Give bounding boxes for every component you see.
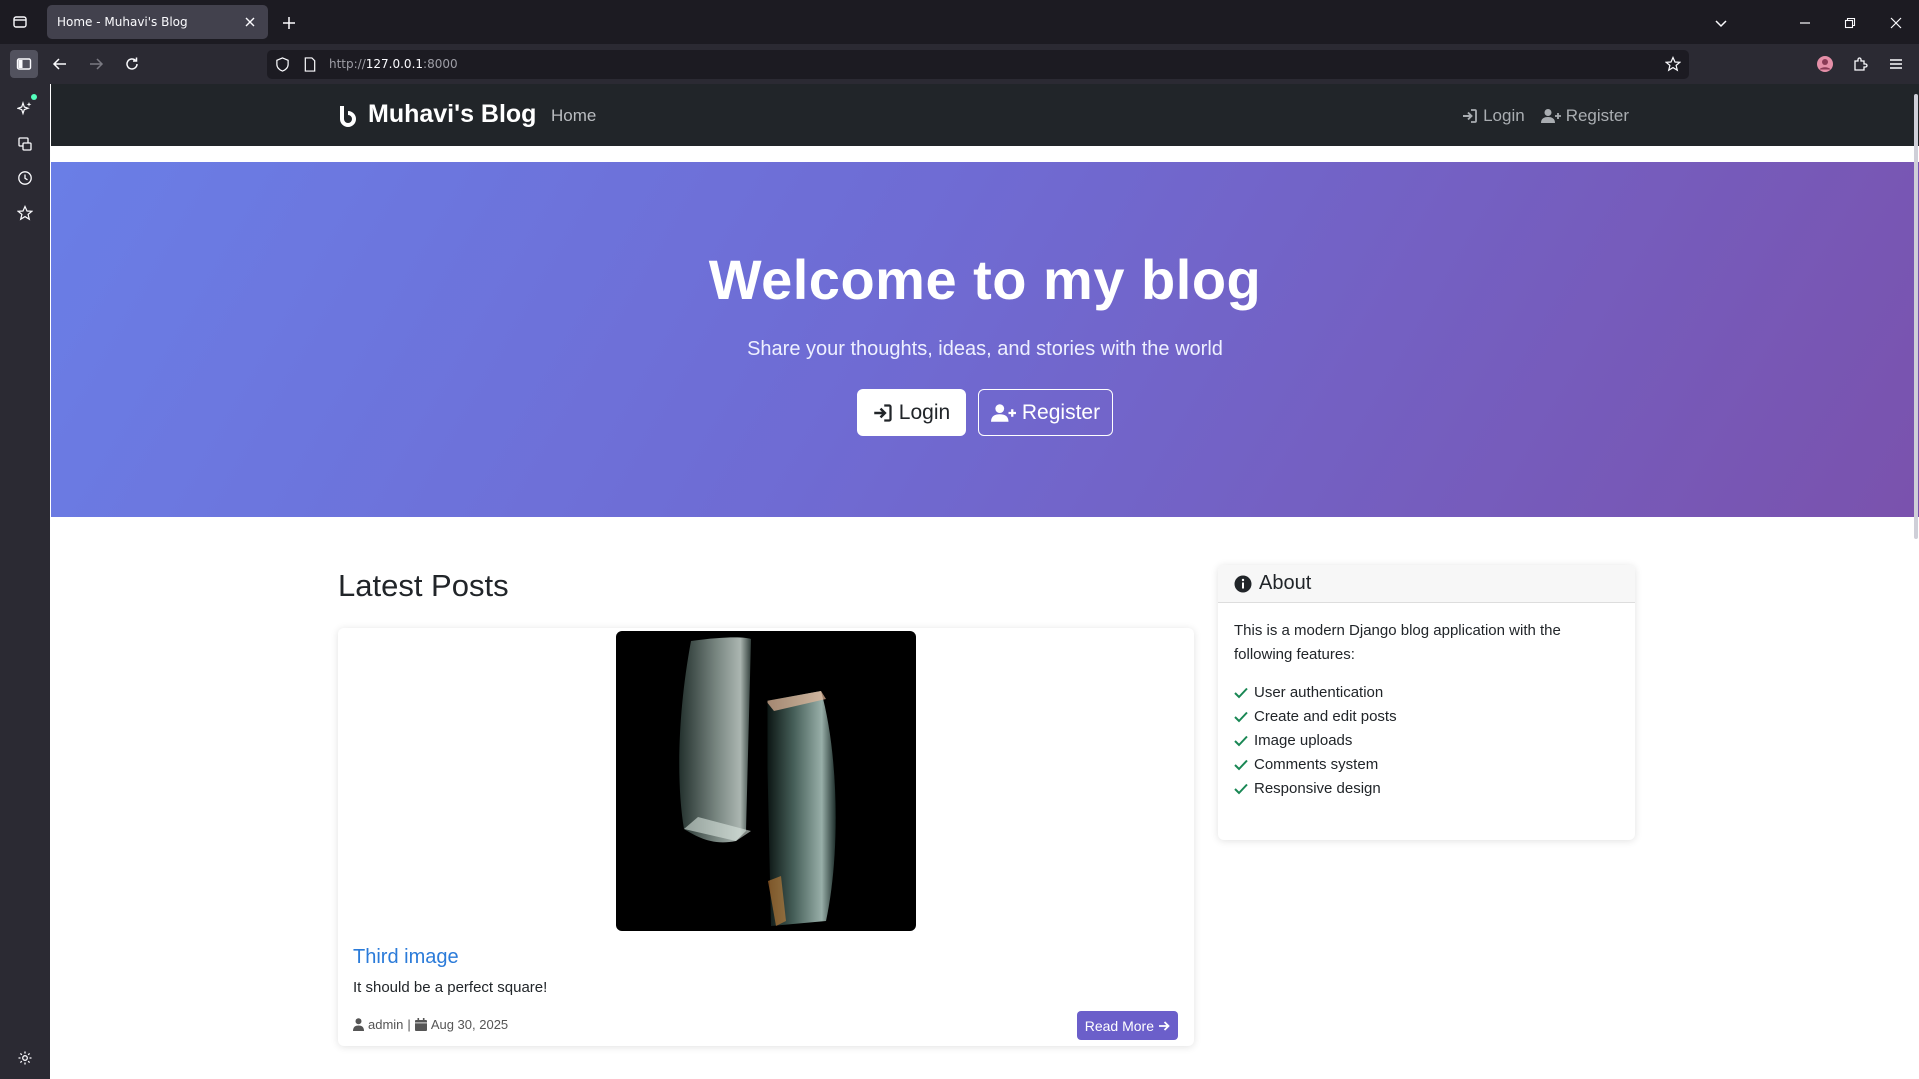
meta-separator: | bbox=[407, 1017, 411, 1032]
minimize-window-icon[interactable] bbox=[1794, 12, 1816, 34]
tracking-shield-icon[interactable] bbox=[275, 57, 290, 72]
feature-item: User authentication bbox=[1234, 681, 1619, 705]
post-excerpt: It should be a perfect square! bbox=[353, 979, 548, 996]
url-scheme: http:// bbox=[329, 57, 366, 71]
post-date: Aug 30, 2025 bbox=[430, 1017, 509, 1032]
about-title: About bbox=[1259, 572, 1312, 594]
site-navbar: Muhavi's Blog Home Login Register bbox=[51, 84, 1919, 146]
customize-sidebar-gear-icon[interactable] bbox=[13, 1046, 37, 1070]
browser-sidebar bbox=[0, 84, 50, 1079]
feature-label: Responsive design bbox=[1254, 780, 1381, 797]
info-circle-icon bbox=[1234, 575, 1252, 593]
reload-icon[interactable] bbox=[118, 50, 146, 78]
hero-login-button[interactable]: Login bbox=[857, 389, 966, 436]
forward-arrow-icon[interactable] bbox=[82, 50, 110, 78]
check-icon bbox=[1234, 735, 1248, 747]
nav-login-link[interactable]: Login bbox=[1462, 106, 1525, 126]
page-info-icon[interactable] bbox=[303, 57, 317, 72]
url-host: 127.0.0.1 bbox=[365, 57, 424, 71]
synced-tabs-icon[interactable] bbox=[13, 132, 37, 156]
hero-register-button[interactable]: Register bbox=[978, 389, 1113, 436]
page-viewport: Muhavi's Blog Home Login Register Welcom… bbox=[51, 84, 1919, 1079]
brand-link[interactable]: Muhavi's Blog bbox=[336, 100, 536, 129]
user-plus-icon bbox=[990, 403, 1016, 423]
about-card: About This is a modern Django blog appli… bbox=[1218, 565, 1635, 840]
feature-item: Image uploads bbox=[1234, 729, 1619, 753]
feature-label: Comments system bbox=[1254, 756, 1379, 773]
close-tab-icon[interactable] bbox=[242, 14, 258, 30]
blog-rss-icon bbox=[336, 103, 360, 127]
nav-register-label: Register bbox=[1565, 106, 1629, 125]
feature-label: Create and edit posts bbox=[1254, 708, 1397, 725]
feature-item: Comments system bbox=[1234, 753, 1619, 777]
url-port: :8000 bbox=[423, 57, 458, 71]
browser-toolbar: http://127.0.0.1:8000 bbox=[0, 44, 1919, 84]
check-icon bbox=[1234, 783, 1248, 795]
sign-in-icon bbox=[873, 403, 893, 423]
feature-item: Responsive design bbox=[1234, 777, 1619, 801]
about-card-body: This is a modern Django blog application… bbox=[1218, 603, 1635, 817]
calendar-icon bbox=[414, 1018, 427, 1031]
tab-overview-icon[interactable] bbox=[8, 10, 32, 34]
check-icon bbox=[1234, 711, 1248, 723]
nav-register-link[interactable]: Register bbox=[1540, 106, 1629, 126]
post-image[interactable] bbox=[616, 631, 916, 931]
page-scrollbar[interactable] bbox=[1914, 94, 1918, 539]
feature-list: User authentication Create and edit post… bbox=[1234, 681, 1619, 801]
restore-window-icon[interactable] bbox=[1839, 12, 1861, 34]
url-text: http://127.0.0.1:8000 bbox=[329, 57, 458, 71]
arrow-right-icon bbox=[1158, 1020, 1170, 1032]
extensions-puzzle-icon[interactable] bbox=[1846, 50, 1874, 78]
back-arrow-icon[interactable] bbox=[46, 50, 74, 78]
hero-login-label: Login bbox=[898, 400, 951, 424]
hero-title: Welcome to my blog bbox=[708, 248, 1262, 311]
about-card-header: About bbox=[1218, 565, 1635, 603]
post-card: Third image It should be a perfect squar… bbox=[338, 628, 1194, 1046]
latest-posts-heading: Latest Posts bbox=[338, 568, 509, 603]
user-plus-icon bbox=[1540, 108, 1561, 124]
nav-login-label: Login bbox=[1483, 106, 1525, 125]
browser-tab-active[interactable]: Home - Muhavi's Blog bbox=[47, 5, 268, 39]
nav-auth-links: Login Register bbox=[1462, 106, 1629, 126]
close-window-icon[interactable] bbox=[1885, 12, 1907, 34]
read-more-button[interactable]: Read More bbox=[1076, 1011, 1178, 1040]
history-clock-icon[interactable] bbox=[13, 166, 37, 190]
sidebar-toggle-icon[interactable] bbox=[10, 50, 38, 78]
brand-name: Muhavi's Blog bbox=[368, 100, 537, 128]
feature-label: Image uploads bbox=[1254, 732, 1353, 749]
account-avatar-icon[interactable] bbox=[1811, 50, 1839, 78]
notification-dot bbox=[31, 94, 37, 100]
read-more-label: Read More bbox=[1084, 1017, 1154, 1034]
url-bar[interactable]: http://127.0.0.1:8000 bbox=[267, 50, 1689, 79]
hero-actions: Login Register bbox=[51, 389, 1919, 436]
nav-home-link[interactable]: Home bbox=[551, 106, 596, 126]
feature-label: User authentication bbox=[1254, 684, 1384, 701]
user-icon bbox=[353, 1018, 364, 1031]
check-icon bbox=[1234, 759, 1248, 771]
feature-item: Create and edit posts bbox=[1234, 705, 1619, 729]
bookmarks-star-icon[interactable] bbox=[13, 201, 37, 225]
check-icon bbox=[1234, 687, 1248, 699]
post-meta: admin | Aug 30, 2025 bbox=[353, 1017, 508, 1032]
browser-tabstrip: Home - Muhavi's Blog bbox=[0, 0, 1919, 44]
app-menu-hamburger-icon[interactable] bbox=[1882, 50, 1910, 78]
sign-in-icon bbox=[1462, 108, 1478, 124]
hero-register-label: Register bbox=[1021, 400, 1101, 424]
hero-banner: Welcome to my blog Share your thoughts, … bbox=[51, 162, 1919, 517]
post-author: admin bbox=[368, 1017, 404, 1032]
ai-chatbot-sparkle-icon[interactable] bbox=[13, 94, 37, 120]
bookmark-star-icon[interactable] bbox=[1665, 56, 1681, 72]
post-title-link[interactable]: Third image bbox=[353, 946, 459, 969]
about-intro: This is a modern Django blog application… bbox=[1234, 622, 1561, 663]
new-tab-plus-icon[interactable] bbox=[278, 12, 300, 34]
hero-subtitle: Share your thoughts, ideas, and stories … bbox=[747, 338, 1223, 360]
list-all-tabs-chevron-icon[interactable] bbox=[1710, 12, 1732, 34]
tab-title: Home - Muhavi's Blog bbox=[57, 15, 188, 29]
